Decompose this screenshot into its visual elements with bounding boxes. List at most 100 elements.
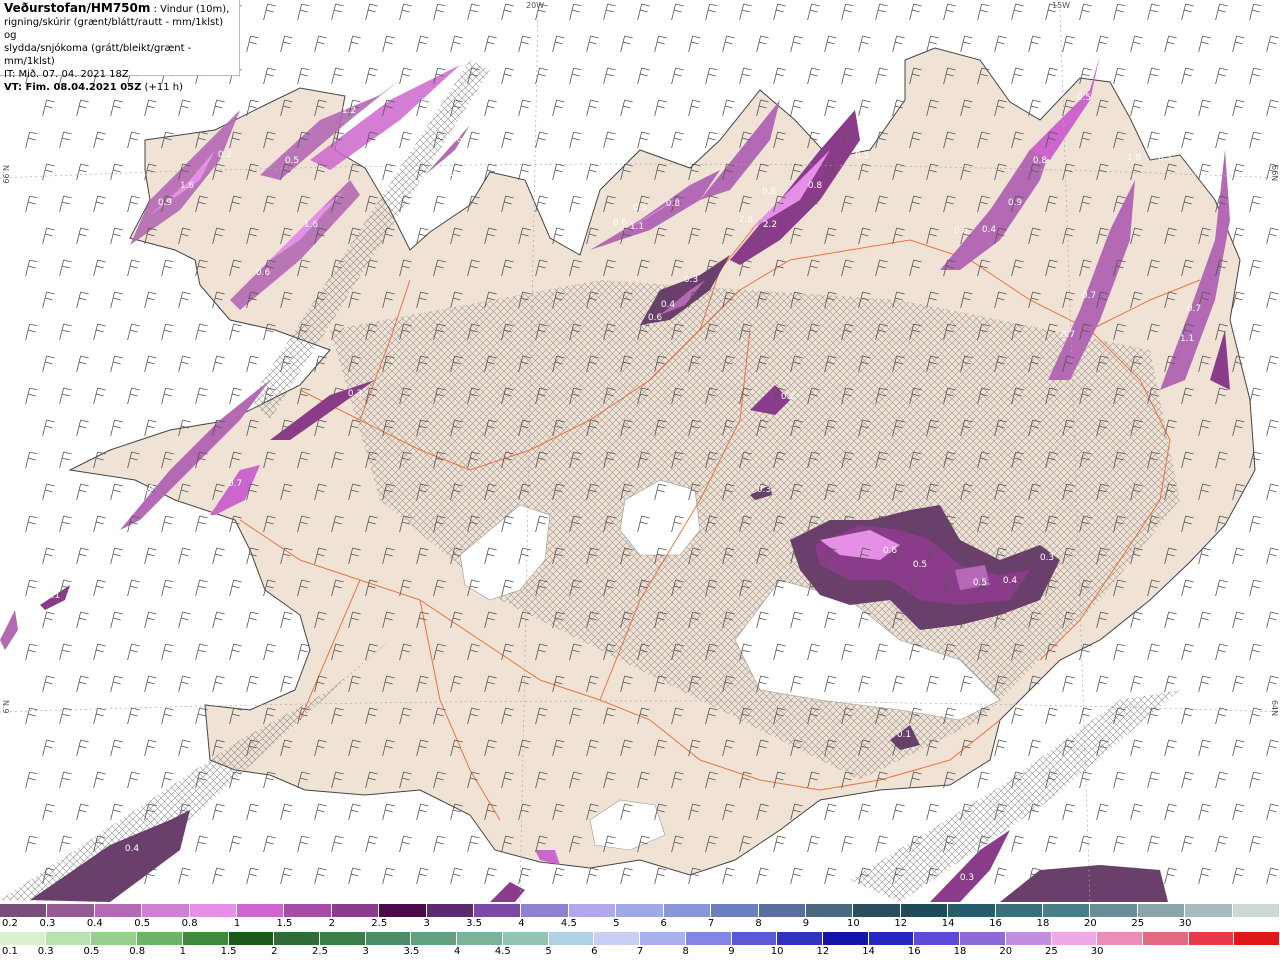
snow-legend-label: 0.5 [134,918,151,929]
snow-legend-label: 9 [802,918,810,929]
lat-label-left-lower: N.9 [1,700,10,714]
snow-legend-swatch [1137,904,1186,917]
rain-legend-swatch [0,932,46,945]
rain-legend-label: 4.5 [494,946,511,957]
lon-label-20w: 20W [526,1,545,10]
snow-legend-swatch [521,904,569,917]
snow-legend-swatch [331,904,380,917]
precip-value-label: 1.1 [1180,334,1194,344]
rain-legend-swatch [822,932,869,945]
info-line3: slydda/snjókoma (grátt/bleikt/grænt - mm… [4,43,192,67]
rain-legend-swatch [137,932,183,945]
precip-value-label: 0.5 [1077,93,1091,103]
precip-value-label: 0.5 [973,578,987,588]
precip-value-label: 1.6 [180,181,195,191]
precip-value-label: 0.6 [883,546,898,556]
precip-value-label: 0.3 [1158,153,1172,163]
snow-legend-label: 3.5 [466,918,483,929]
rain-legend-label: 18 [953,946,967,957]
rain-legend-swatch [182,932,229,945]
snow-legend-label: 0.2 [2,918,18,929]
precip-value-label: 0.3 [757,485,771,495]
precip-value-label: 0.5 [445,169,459,179]
snow-legend-label: 25 [1131,918,1145,929]
rain-legend-labels: 0.1 0.3 0.5 0.8 1 1.5 2 2.5 3 3.5 4 4.5 5 6 7 8 9 10 12 14 1… [0,946,1280,960]
snow-legend-swatch [711,904,759,917]
rain-legend-label: 3.5 [403,946,420,957]
snow-legend-label: 8 [755,918,762,929]
precip-value-label: 0.9 [1008,198,1023,208]
precip-value-label: 0.4 [982,225,997,235]
snow-legend-swatch [1090,904,1138,917]
precip-value-label: 0.6 [653,145,668,155]
rain-legend-swatch [868,932,915,945]
snow-legend-label: 7 [707,918,715,929]
snow-legend-label: 1.5 [276,918,293,929]
rain-legend-label: 1 [179,946,187,957]
precip-value-label: 0.4 [1003,576,1018,586]
rain-legend-label: 30 [1090,946,1104,957]
snow-legend-label: 14 [941,918,955,929]
rain-legend-swatch [1097,932,1143,945]
rain-legend-label: 14 [862,946,875,957]
rain-legend-swatch [91,932,138,945]
snow-legend-swatch [568,904,617,917]
snow-legend-label: 30 [1178,918,1192,929]
precip-value-label: 0.8 [954,226,969,236]
rain-legend-label: 0.8 [129,946,146,957]
precip-value-label: 0.7 [1187,304,1201,314]
precip-value-label: 0.6 [448,135,463,145]
rain-legend-label: 10 [770,946,784,957]
snow-legend-label: 2.5 [371,918,388,929]
rain-legend-label: 4 [453,946,461,957]
snow-legend-label: 3 [423,918,430,929]
init-time: IT: Mið. 07. 04. 2021 18Z [4,69,129,80]
snow-legend-swatch [94,904,143,917]
valid-time: VT: Fim. 08.04.2021 05Z [4,82,142,93]
rain-legend-label: 6 [591,946,598,957]
rain-legend-label: 8 [682,946,689,957]
snow-legend-swatch [616,904,664,917]
snow-legend-swatch [1185,904,1233,917]
rain-legend-swatch [1142,932,1189,945]
rain-legend-label: 20 [999,946,1013,957]
precip-value-label: 0.9 [140,484,155,494]
rain-legend-swatch [1188,932,1235,945]
snow-legend-swatch [0,904,48,917]
info-line2: rigning/skúrir (grænt/blátt/rautt - mm/1… [4,17,224,41]
model-name: Veðurstofan/HM750m [4,1,151,15]
snow-legend-label: 18 [1036,918,1050,929]
precip-value-label: 0.8 [762,187,777,197]
precip-value-label: 0.5 [633,203,647,213]
rain-legend-label: 1.5 [220,946,237,957]
precip-value-label: 1.8 [1127,153,1142,163]
snow-legend-swatch [758,904,806,917]
precip-value-label: 0.5 [855,151,869,161]
lat-label-left-upper: N.99 [1,165,10,184]
snow-legend-labels: 0.2 0.3 0.4 0.5 0.8 1 1.5 2 2.5 3 3.5 4 4.5 5 6 7 8 9 10 12… [0,918,1280,932]
rain-legend-label: 0.3 [37,946,54,957]
rain-legend-swatch [365,932,412,945]
precip-value-label: 1.6 [304,220,319,230]
snow-legend-swatch [853,904,901,917]
precip-value-label: 0.1 [897,730,911,740]
rain-legend-swatch [1005,932,1052,945]
snow-legend-label: 6 [660,918,667,929]
snow-legend-label: 4.5 [560,918,577,929]
snow-legend-swatch [995,904,1043,917]
snow-legend-swatch [379,904,427,917]
rain-legend-label: 5 [545,946,552,957]
snow-legend-label: 1 [233,918,241,929]
rain-legend-label: 0.1 [2,946,18,957]
snow-legend-swatch [948,904,996,917]
rain-legend-swatch [1051,932,1098,945]
rain-legend-label: 7 [636,946,644,957]
precip-value-label: 0.2 [781,392,795,402]
rain-legend-label: 2.5 [312,946,328,957]
precip-value-label: 0.9 [158,198,173,208]
rain-legend-swatch [502,932,549,945]
rain-legend-swatch [594,932,641,945]
snow-legend-label: 0.4 [86,918,103,929]
snow-legend-bar [0,904,1280,917]
rain-legend-swatch [228,932,275,945]
